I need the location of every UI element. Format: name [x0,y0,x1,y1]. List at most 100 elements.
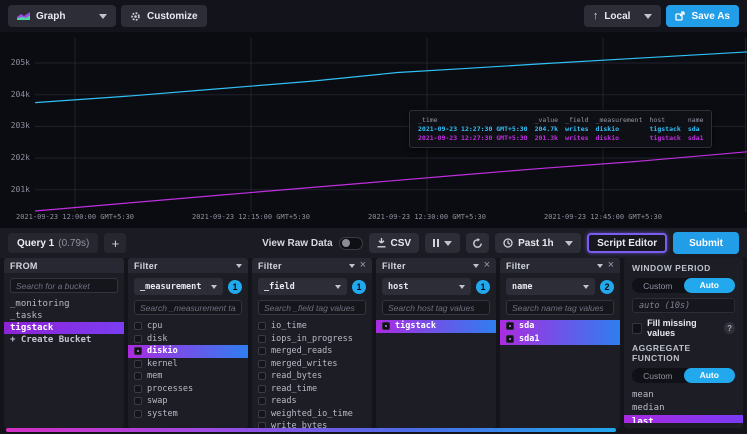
checkbox[interactable] [506,335,514,343]
tag-key-dropdown[interactable]: host [382,278,471,295]
tag-value-row[interactable]: processes [128,383,248,396]
tag-value-row[interactable]: write_bytes [252,420,372,428]
tag-value-row[interactable]: kernel [128,358,248,371]
checkbox[interactable] [258,360,266,368]
tag-value-row[interactable]: read_bytes [252,370,372,383]
checkbox[interactable] [258,372,266,380]
checkbox[interactable] [134,385,142,393]
chevron-down-icon[interactable] [473,264,479,268]
checkbox[interactable] [506,322,514,330]
tag-value-row[interactable]: io_time [252,320,372,333]
local-dropdown[interactable]: ↑ Local [584,5,662,27]
list-item-label: tigstack [395,321,436,331]
tag-value-row[interactable]: diskio [128,345,248,358]
script-editor-button[interactable]: Script Editor [587,233,667,253]
tag-value-list: sdasda1 [500,320,620,428]
tag-value-row[interactable]: mem [128,370,248,383]
chevron-down-icon[interactable] [597,264,603,268]
checkbox[interactable] [258,335,266,343]
checkbox[interactable] [134,335,142,343]
tag-value-row[interactable]: read_time [252,383,372,396]
view-raw-data-toggle[interactable] [339,237,363,250]
refresh-button[interactable] [466,233,489,253]
aggregate-custom-option[interactable]: Custom [632,371,684,381]
tooltip-cell: writes [565,134,588,142]
window-period-value[interactable]: auto (10s) [632,298,735,313]
tag-value-search-input[interactable] [506,300,614,315]
tag-value-row[interactable]: sda [500,320,620,333]
tag-value-row[interactable]: weighted_io_time [252,408,372,421]
window-custom-option[interactable]: Custom [632,281,684,291]
checkbox[interactable] [382,322,390,330]
checkbox[interactable] [134,410,142,418]
list-item-label: kernel [147,359,178,369]
tag-value-row[interactable]: cpu [128,320,248,333]
checkbox[interactable] [258,397,266,405]
submit-button[interactable]: Submit [673,232,739,254]
csv-download-button[interactable]: CSV [369,233,420,253]
bucket-search-input[interactable] [10,278,118,293]
y-axis-tick-label: 204k [0,90,30,99]
graph-type-dropdown[interactable]: Graph [8,5,116,27]
tag-value-row[interactable]: iops_in_progress [252,333,372,346]
chevron-down-icon [99,14,107,19]
query-tab-duration: (0.79s) [58,238,89,249]
tag-value-row[interactable]: system [128,408,248,421]
customize-button[interactable]: Customize [121,5,207,27]
tag-value-row[interactable]: disk [128,333,248,346]
tag-key-dropdown[interactable]: _field [258,278,347,295]
bucket-row[interactable]: _tasks [4,310,124,322]
tag-key-dropdown[interactable]: _measurement [134,278,223,295]
query-tab[interactable]: Query 1 (0.79s) [8,233,98,253]
function-row[interactable]: median [624,402,743,416]
checkbox[interactable] [258,322,266,330]
tag-value-search-input[interactable] [382,300,490,315]
close-icon[interactable]: × [360,261,366,270]
tag-value-search-input[interactable] [134,300,242,315]
tag-value-row[interactable]: merged_writes [252,358,372,371]
close-icon[interactable]: × [484,261,490,270]
submit-label: Submit [689,238,723,249]
chevron-down-icon[interactable] [349,264,355,268]
checkbox[interactable] [134,397,142,405]
tag-value-search-input[interactable] [258,300,366,315]
create-bucket-button[interactable]: + Create Bucket [4,334,124,346]
function-row[interactable]: mean [624,388,743,402]
tag-value-row[interactable]: swap [128,395,248,408]
checkbox[interactable] [134,360,142,368]
aggregate-function-title: AGGREGATE FUNCTION [632,343,735,363]
checkbox[interactable] [134,372,142,380]
chevron-down-icon[interactable] [236,264,242,268]
list-item-label: swap [147,396,167,406]
tag-value-row[interactable]: tigstack [376,320,496,333]
bucket-row[interactable]: tigstack [4,322,124,334]
tag-value-row[interactable]: merged_reads [252,345,372,358]
time-series-chart[interactable]: 205k204k203k202k201k 2021-09-23 12:00:00… [0,32,747,228]
list-item-label: write_bytes [271,421,327,428]
checkbox[interactable] [258,385,266,393]
horizontal-scrollbar[interactable] [6,428,616,432]
checkbox[interactable] [258,347,266,355]
pause-dropdown[interactable] [425,233,460,253]
view-raw-data-label: View Raw Data [262,238,332,249]
aggregate-auto-option[interactable]: Auto [684,368,736,383]
fill-missing-checkbox[interactable] [632,323,642,334]
time-range-dropdown[interactable]: Past 1h [495,233,581,253]
checkbox[interactable] [258,410,266,418]
close-icon[interactable]: × [608,261,614,270]
tag-key-dropdown[interactable]: name [506,278,595,295]
bucket-row[interactable]: _monitoring [4,298,124,310]
window-period-mode-toggle: Custom Auto [632,278,735,293]
function-row[interactable]: last [624,415,743,423]
checkbox[interactable] [134,347,142,355]
add-query-button[interactable]: + [104,233,126,253]
x-axis-tick-label: 2021-09-23 12:00:00 GMT+5:30 [16,213,134,221]
list-item-label: mean [632,390,654,400]
window-auto-option[interactable]: Auto [684,278,736,293]
help-icon[interactable]: ? [724,322,735,334]
save-as-button[interactable]: Save As [666,5,739,27]
query-builder: FROM _monitoring_taskstigstack+ Create B… [0,258,747,434]
checkbox[interactable] [134,322,142,330]
tag-value-row[interactable]: sda1 [500,333,620,346]
tag-value-row[interactable]: reads [252,395,372,408]
